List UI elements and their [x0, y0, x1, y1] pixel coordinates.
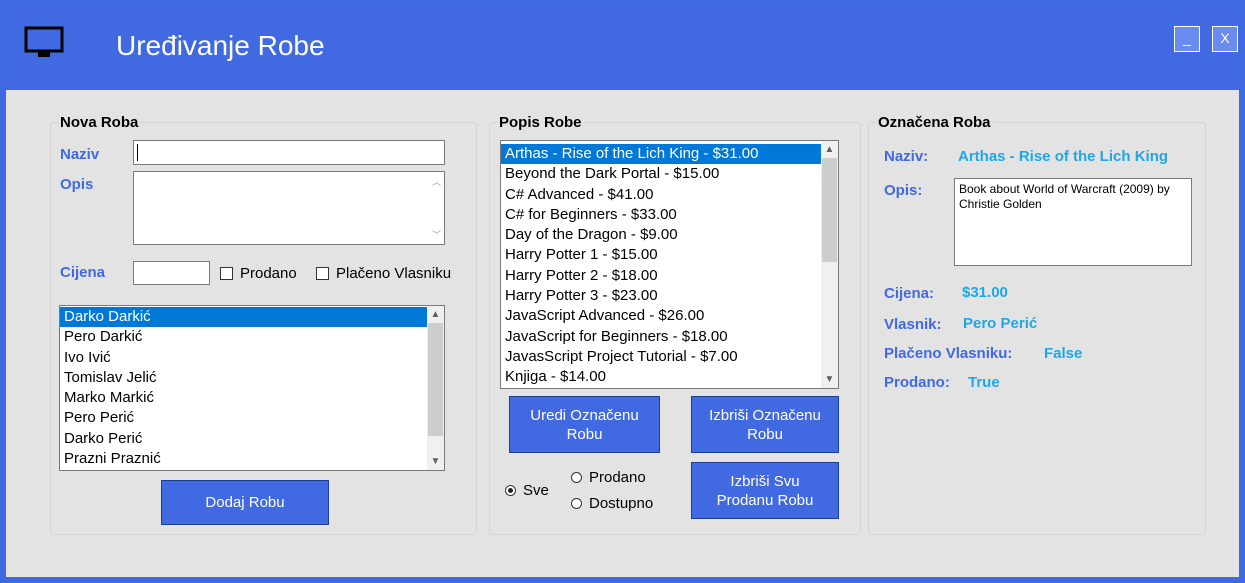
radio-dot[interactable]: [505, 485, 516, 496]
owner-scrollbar[interactable]: ▲ ▼: [427, 306, 444, 470]
filter-sold-radio[interactable]: Prodano: [571, 469, 646, 486]
owner-list-item[interactable]: Darko Perić: [60, 429, 427, 449]
selected-vlasnik-value: Pero Perić: [963, 315, 1038, 332]
prodano-checkbox[interactable]: Prodano: [220, 265, 297, 282]
app-window: Uređivanje Robe _ X Nova Roba Naziv Opis…: [0, 0, 1245, 583]
owner-list-item[interactable]: Prazni Praznić: [60, 449, 427, 469]
selected-opis-label: Opis:: [884, 182, 923, 199]
item-list-item[interactable]: C# Advanced - $41.00: [501, 185, 821, 205]
naziv-label: Naziv: [60, 146, 100, 163]
item-list-item[interactable]: JavasScript Project Tutorial - $7.00: [501, 347, 821, 367]
scroll-up-arrow-icon[interactable]: ▲: [427, 306, 444, 323]
nova-roba-title: Nova Roba: [58, 114, 141, 131]
scroll-thumb[interactable]: [428, 323, 443, 436]
items-list: Arthas - Rise of the Lich King - $31.00 B…: [501, 141, 838, 388]
delete-sold-button[interactable]: Izbriši Svu Prodanu Robu: [691, 462, 839, 519]
checkbox-box[interactable]: [220, 267, 233, 280]
item-list-item[interactable]: Arthas - Rise of the Lich King - $31.00: [501, 144, 821, 165]
owner-list-item[interactable]: Pero Perić: [60, 408, 427, 428]
items-scrollbar[interactable]: ▲ ▼: [821, 141, 838, 388]
scroll-up-arrow-icon: ︿: [431, 177, 441, 187]
scroll-thumb[interactable]: [822, 158, 837, 262]
close-button[interactable]: X: [1212, 26, 1238, 52]
owner-list-item[interactable]: Darko Darkić: [60, 307, 427, 328]
item-list-item[interactable]: Harry Potter 2 - $18.00: [501, 266, 821, 286]
oznacena-roba-title: Označena Roba: [876, 114, 993, 131]
selected-cijena-value: $31.00: [962, 284, 1008, 301]
owner-list: Darko Darkić Pero Darkić Ivo Ivić Tomislav …: [60, 306, 444, 469]
cijena-input[interactable]: [133, 261, 210, 285]
minimize-button[interactable]: _: [1174, 26, 1200, 52]
filter-all-radio[interactable]: Sve: [505, 482, 549, 499]
delete-selected-button[interactable]: Izbriši Označenu Robu: [691, 396, 839, 453]
selected-placeno-label: Plačeno Vlasniku:: [884, 345, 1013, 362]
filter-sold-label: Prodano: [589, 469, 646, 486]
title-bar[interactable]: Uređivanje Robe _ X: [6, 8, 1239, 90]
radio-dot[interactable]: [571, 472, 582, 483]
item-list-item[interactable]: JavaScript for Beginners - $18.00: [501, 327, 821, 347]
scroll-down-arrow-icon: ﹀: [431, 230, 441, 240]
placeno-checkbox-label: Plačeno Vlasniku: [336, 265, 452, 282]
selected-prodano-label: Prodano:: [884, 374, 950, 391]
owner-listbox[interactable]: Darko Darkić Pero Darkić Ivo Ivić Tomislav …: [59, 305, 445, 471]
filter-all-label: Sve: [523, 482, 549, 499]
text-cursor: [137, 144, 138, 161]
placeno-checkbox[interactable]: Plačeno Vlasniku: [316, 265, 451, 282]
item-list-item[interactable]: Knjiga - $14.00: [501, 367, 821, 387]
monitor-icon: [24, 26, 64, 57]
prodano-checkbox-label: Prodano: [240, 265, 297, 282]
item-list-item[interactable]: Harry Potter 3 - $23.00: [501, 286, 821, 306]
owner-list-item[interactable]: Pero Darkić: [60, 327, 427, 347]
window-title: Uređivanje Robe: [116, 30, 325, 61]
item-list-item[interactable]: Harry Potter 1 - $15.00: [501, 245, 821, 265]
selected-opis-box[interactable]: Book about World of Warcraft (2009) by C…: [954, 178, 1192, 266]
owner-list-item[interactable]: Marko Markić: [60, 388, 427, 408]
filter-available-label: Dostupno: [589, 495, 654, 512]
selected-cijena-label: Cijena:: [884, 285, 935, 302]
radio-dot[interactable]: [571, 498, 582, 509]
checkbox-box[interactable]: [316, 267, 329, 280]
naziv-input[interactable]: [133, 140, 445, 165]
scroll-up-arrow-icon[interactable]: ▲: [821, 141, 838, 158]
selected-vlasnik-label: Vlasnik:: [884, 316, 942, 333]
owner-list-item[interactable]: Tomislav Jelić: [60, 368, 427, 388]
items-listbox[interactable]: Arthas - Rise of the Lich King - $31.00 B…: [500, 140, 839, 389]
cijena-label: Cijena: [60, 264, 106, 281]
edit-selected-button[interactable]: Uredi Označenu Robu: [509, 396, 660, 453]
item-list-item[interactable]: C# for Beginners - $33.00: [501, 205, 821, 225]
selected-placeno-value: False: [1044, 345, 1083, 362]
selected-naziv-value: Arthas - Rise of the Lich King: [958, 148, 1169, 165]
opis-label: Opis: [60, 176, 94, 193]
filter-available-radio[interactable]: Dostupno: [571, 495, 653, 512]
opis-textarea[interactable]: ︿ ﹀: [133, 171, 445, 245]
item-list-item[interactable]: Beyond the Dark Portal - $15.00: [501, 164, 821, 184]
selected-naziv-label: Naziv:: [884, 148, 929, 165]
item-list-item[interactable]: Day of the Dragon - $9.00: [501, 225, 821, 245]
item-list-item[interactable]: JavaScript Advanced - $26.00: [501, 306, 821, 326]
popis-robe-title: Popis Robe: [497, 114, 584, 131]
add-item-button[interactable]: Dodaj Robu: [161, 480, 329, 525]
scroll-down-arrow-icon[interactable]: ▼: [821, 371, 838, 388]
selected-prodano-value: True: [968, 374, 1000, 391]
owner-list-item[interactable]: Ivo Ivić: [60, 348, 427, 368]
scroll-down-arrow-icon[interactable]: ▼: [427, 453, 444, 470]
